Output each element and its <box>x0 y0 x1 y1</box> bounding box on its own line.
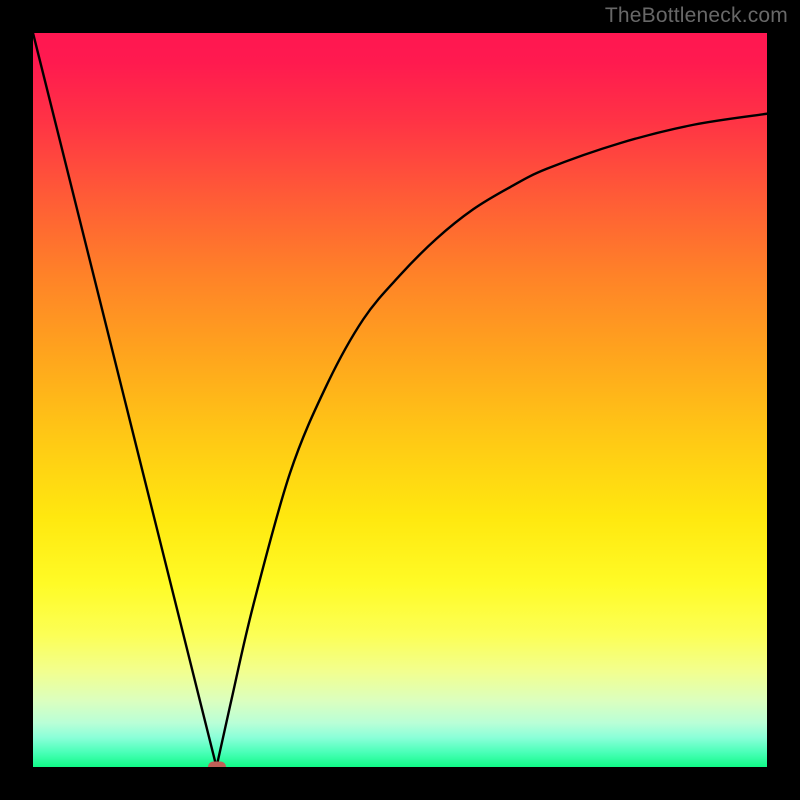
plot-area <box>33 33 767 767</box>
curve-svg <box>33 33 767 767</box>
bottleneck-curve <box>33 33 767 767</box>
optimal-marker <box>208 762 226 768</box>
watermark-text: TheBottleneck.com <box>605 4 788 28</box>
chart-frame: TheBottleneck.com <box>0 0 800 800</box>
